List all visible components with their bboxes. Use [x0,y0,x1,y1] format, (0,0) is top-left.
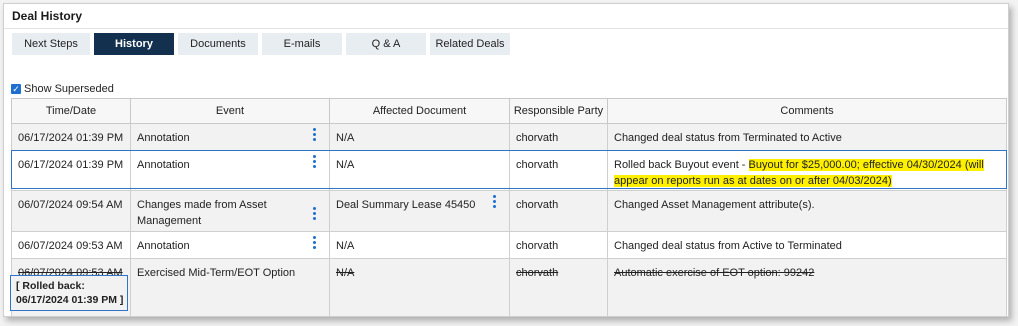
cell-time: 06/07/2024 09:54 AM [11,190,131,232]
cell-event: Exercised Mid-Term/EOT Option [130,258,330,316]
cell-event-text: Annotation [137,159,190,171]
table-row[interactable]: 06/17/2024 01:39 PM Annotation N/A chorv… [11,123,1007,151]
cell-comments: Rolled back Buyout event - Buyout for $2… [607,150,1007,191]
kebab-menu-icon[interactable] [311,128,317,141]
cell-party: chorvath [509,190,608,232]
kebab-menu-icon[interactable] [311,155,317,168]
show-superseded-control[interactable]: ✓ Show Superseded [11,83,114,95]
header-comments[interactable]: Comments [607,98,1007,124]
header-responsible-party[interactable]: Responsible Party [509,98,608,124]
cell-event-text: Changes made from Asset Management [137,199,267,227]
table-row[interactable]: 06/07/2024 09:54 AM Changes made from As… [11,190,1007,232]
title-divider [4,28,1008,29]
tab-documents[interactable]: Documents [178,33,258,55]
cell-document: N/A [329,231,510,259]
cell-event-text: Annotation [137,132,190,144]
rolled-back-time: 06/17/2024 01:39 PM ] [16,294,124,306]
tab-bar: Next Steps History Documents E-mails Q &… [12,33,510,55]
cell-party: chorvath [509,231,608,259]
cell-document: N/A [329,150,510,191]
page-title: Deal History [12,9,83,23]
cell-document: N/A [329,258,510,316]
cell-event-text: Annotation [137,240,190,252]
cell-comments: Changed deal status from Terminated to A… [607,123,1007,151]
cell-document-text: N/A [336,267,355,279]
table-row[interactable]: 06/07/2024 09:53 AM Annotation N/A chorv… [11,231,1007,259]
tab-related-deals[interactable]: Related Deals [430,33,510,55]
cell-time: 06/07/2024 09:53 AM [11,231,131,259]
cell-document: Deal Summary Lease 45450 [329,190,510,232]
cell-comments: Changed Asset Management attribute(s). [607,190,1007,232]
cell-event: Changes made from Asset Management [130,190,330,232]
cell-document: N/A [329,123,510,151]
cell-time: 06/17/2024 01:39 PM [11,123,131,151]
cell-comments-text: Automatic exercise of EOT option: 99242 [614,267,815,279]
tab-q-and-a[interactable]: Q & A [346,33,426,55]
table-row[interactable]: 06/17/2024 01:39 PM Annotation N/A chorv… [11,150,1007,191]
cell-event: Annotation [130,231,330,259]
tab-next-steps[interactable]: Next Steps [12,33,90,55]
header-affected-document[interactable]: Affected Document [329,98,510,124]
cell-event: Annotation [130,150,330,191]
header-time-date[interactable]: Time/Date [11,98,131,124]
cell-comments: Changed deal status from Active to Termi… [607,231,1007,259]
kebab-menu-icon[interactable] [311,207,317,220]
kebab-menu-icon[interactable] [491,195,497,208]
comment-text: Rolled back Buyout event - [614,159,749,171]
cell-party: chorvath [509,150,608,191]
table-header-row: Time/Date Event Affected Document Respon… [11,98,1007,124]
cell-time: 06/17/2024 01:39 PM [11,150,131,191]
header-event[interactable]: Event [130,98,330,124]
deal-history-table: Time/Date Event Affected Document Respon… [11,98,1007,316]
rolled-back-title: [ Rolled back: [16,280,85,292]
table-row-superseded[interactable]: 06/07/2024 09:53 AM Exercised Mid-Term/E… [11,258,1007,316]
show-superseded-label: Show Superseded [24,83,114,95]
cell-party-text: chorvath [516,267,559,279]
cell-party: chorvath [509,123,608,151]
cell-party: chorvath [509,258,608,316]
deal-history-panel: Deal History Next Steps History Document… [3,3,1009,317]
rolled-back-label: [ Rolled back: 06/17/2024 01:39 PM ] [10,275,128,311]
tab-history[interactable]: History [94,33,174,55]
cell-comments: Automatic exercise of EOT option: 99242 [607,258,1007,316]
show-superseded-checkbox[interactable]: ✓ [11,84,21,94]
cell-document-text[interactable]: Deal Summary Lease 45450 [336,199,475,211]
tab-e-mails[interactable]: E-mails [262,33,342,55]
cell-event: Annotation [130,123,330,151]
kebab-menu-icon[interactable] [311,236,317,249]
